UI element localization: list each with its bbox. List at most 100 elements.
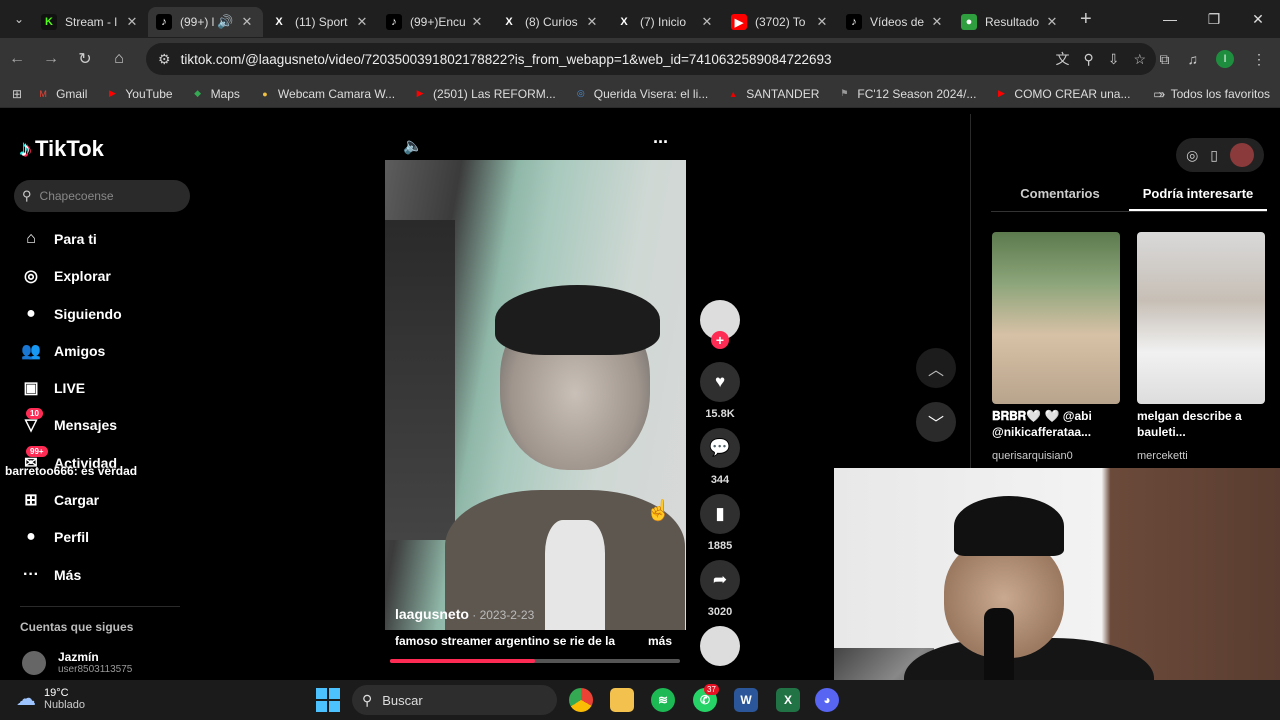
- more-options-icon[interactable]: ···: [653, 132, 669, 153]
- comment-button[interactable]: 💬 344: [700, 428, 740, 486]
- following-item[interactable]: Jazmín user8503113575: [22, 650, 132, 675]
- spotify-icon[interactable]: ≋: [651, 688, 675, 712]
- close-tab-icon[interactable]: ✕: [699, 14, 715, 30]
- suggestion-user[interactable]: querisarquisian0: [992, 450, 1073, 462]
- browser-tab[interactable]: ● Resultado ✕: [953, 7, 1068, 37]
- address-bar[interactable]: ⚙ tiktok.com/@laagusneto/video/720350039…: [146, 43, 1156, 75]
- suggestion-caption[interactable]: 𝐁𝐑𝐁𝐑🤍 🤍 @abi @nikicafferataa...: [992, 408, 1120, 440]
- suggestion-thumbnail[interactable]: [992, 232, 1120, 404]
- browser-tab[interactable]: ▶ (3702) To ✕: [723, 7, 838, 37]
- close-tab-icon[interactable]: ✕: [1044, 14, 1060, 30]
- sidebar-item-perfil[interactable]: ● Perfil: [20, 526, 89, 548]
- back-icon[interactable]: ←: [0, 50, 34, 68]
- previous-video-button[interactable]: ︿: [916, 348, 956, 388]
- install-icon[interactable]: ⇩: [1108, 51, 1120, 68]
- sidebar-item-explorar[interactable]: ◎ Explorar: [20, 265, 111, 287]
- extensions-icon[interactable]: ⧉: [1160, 51, 1170, 68]
- close-window-icon[interactable]: ✕: [1236, 0, 1280, 38]
- close-tab-icon[interactable]: ✕: [354, 14, 370, 30]
- maximize-icon[interactable]: ❐: [1192, 0, 1236, 38]
- taskbar-search[interactable]: ⚲ Buscar: [352, 685, 557, 715]
- like-button[interactable]: ♥ 15.8K: [700, 362, 740, 420]
- tiktok-logo[interactable]: ♪ TikTok: [20, 136, 104, 162]
- sidebar-item-mensajes[interactable]: ▽ Mensajes 10: [20, 408, 117, 436]
- share-button[interactable]: ➦ 3020: [700, 560, 740, 618]
- bookmark-item[interactable]: ● Webcam Camara W...: [258, 87, 395, 101]
- weather-widget[interactable]: ☁ 19°C Nublado: [16, 686, 85, 711]
- bookmark-item[interactable]: ▲ SANTANDER: [726, 87, 820, 101]
- search-icon[interactable]: ⚲: [22, 188, 32, 204]
- zoom-icon[interactable]: ⚲: [1083, 51, 1093, 68]
- excel-icon[interactable]: X: [776, 688, 800, 712]
- save-button[interactable]: ▮ 1885: [700, 494, 740, 552]
- close-tab-icon[interactable]: ✕: [124, 14, 140, 30]
- all-bookmarks[interactable]: ▭ Todos los favoritos: [1153, 80, 1270, 108]
- volume-icon[interactable]: 🔈: [403, 136, 423, 156]
- next-video-button[interactable]: ﹀: [916, 402, 956, 442]
- bookmark-item[interactable]: M Gmail: [36, 87, 87, 101]
- url-text[interactable]: tiktok.com/@laagusneto/video/72035003918…: [181, 52, 832, 67]
- compass-icon[interactable]: ◎: [1186, 147, 1198, 164]
- tab-suggestions[interactable]: Podría interesarte: [1129, 178, 1267, 211]
- close-tab-icon[interactable]: ✕: [584, 14, 600, 30]
- menu-icon[interactable]: ⋮: [1252, 51, 1266, 68]
- video-player[interactable]: 🔈 ··· laagusneto · 2023-2-23 famoso stre…: [385, 128, 686, 668]
- video-author[interactable]: laagusneto · 2023-2-23: [395, 606, 534, 622]
- browser-tab[interactable]: K Stream - l ✕: [33, 7, 148, 37]
- sidebar-item-ms[interactable]: ··· Más: [20, 564, 81, 586]
- home-icon[interactable]: ⌂: [102, 50, 136, 68]
- forward-icon[interactable]: →: [34, 50, 68, 68]
- profile-avatar[interactable]: I: [1216, 50, 1234, 68]
- browser-tab[interactable]: X (11) Sport ✕: [263, 7, 378, 37]
- suggestion-caption[interactable]: melgan describe a bauleti...: [1137, 408, 1265, 440]
- sidebar-item-amigos[interactable]: 👥 Amigos: [20, 340, 105, 362]
- close-tab-icon[interactable]: ✕: [469, 14, 485, 30]
- bookmark-item[interactable]: ◆ Maps: [191, 87, 240, 101]
- site-info-icon[interactable]: ⚙: [158, 51, 171, 68]
- close-tab-icon[interactable]: ✕: [814, 14, 830, 30]
- bookmark-item[interactable]: ▶ YouTube: [105, 87, 173, 101]
- bookmark-item[interactable]: ◎ Querida Visera: el li...: [574, 87, 708, 101]
- sidebar-item-parati[interactable]: ⌂ Para ti: [20, 228, 97, 250]
- new-tab-button[interactable]: +: [1080, 8, 1092, 31]
- browser-tab[interactable]: ♪ (99+) l 🔊 ✕: [148, 7, 263, 37]
- bookmarks-bar: ⊞ M Gmail ▶ YouTube ◆ Maps ● Webcam Camara W...…: [0, 80, 1280, 108]
- sidebar-item-cargar[interactable]: ⊞ Cargar: [20, 489, 99, 511]
- phone-icon[interactable]: ▯: [1210, 147, 1218, 164]
- browser-tab[interactable]: ♪ Vídeos de ✕: [838, 7, 953, 37]
- bookmark-item[interactable]: ⚑ FC'12 Season 2024/...: [837, 87, 976, 101]
- author-avatar-button[interactable]: +: [700, 300, 740, 349]
- media-control-icon[interactable]: ♫: [1188, 51, 1199, 67]
- apps-grid-icon[interactable]: ⊞: [12, 87, 22, 101]
- more-link[interactable]: más: [648, 634, 672, 648]
- sidebar-item-siguiendo[interactable]: ● Siguiendo: [20, 303, 122, 325]
- suggestion-thumbnail[interactable]: [1137, 232, 1265, 404]
- bookmark-star-icon[interactable]: ☆: [1133, 51, 1146, 68]
- close-tab-icon[interactable]: ✕: [929, 14, 945, 30]
- close-tab-icon[interactable]: ✕: [239, 14, 255, 30]
- windows-start-icon[interactable]: [316, 688, 340, 712]
- bookmark-item[interactable]: ▶ (2501) Las REFORM...: [413, 87, 556, 101]
- discord-icon[interactable]: ◕: [815, 688, 839, 712]
- reload-icon[interactable]: ↻: [68, 49, 102, 69]
- chrome-icon[interactable]: [569, 688, 593, 712]
- browser-tab[interactable]: X (7) Inicio ✕: [608, 7, 723, 37]
- sound-avatar[interactable]: [700, 626, 740, 666]
- video-progress-bar[interactable]: [390, 659, 680, 663]
- follow-plus-icon[interactable]: +: [711, 331, 729, 349]
- browser-tab[interactable]: ♪ (99+)Encu ✕: [378, 7, 493, 37]
- tab-comments[interactable]: Comentarios: [991, 178, 1129, 211]
- bookmark-item[interactable]: ▶ COMO CREAR una...: [994, 87, 1131, 101]
- translate-icon[interactable]: 文: [1055, 49, 1069, 69]
- minimize-icon[interactable]: —: [1148, 0, 1192, 38]
- speaker-icon[interactable]: 🔊: [217, 14, 233, 30]
- search-input[interactable]: ⚲ Chapecoense: [14, 180, 190, 212]
- sidebar-item-live[interactable]: ▣ LIVE: [20, 377, 85, 399]
- folder-icon[interactable]: [610, 688, 634, 712]
- suggestion-user[interactable]: merceketti: [1137, 450, 1188, 462]
- tab-search-icon[interactable]: ⌄: [5, 5, 33, 33]
- browser-tab[interactable]: X (8) Curios ✕: [493, 7, 608, 37]
- word-icon[interactable]: W: [734, 688, 758, 712]
- tab-title: (99+)Encu: [410, 15, 466, 29]
- avatar[interactable]: [1230, 143, 1254, 167]
